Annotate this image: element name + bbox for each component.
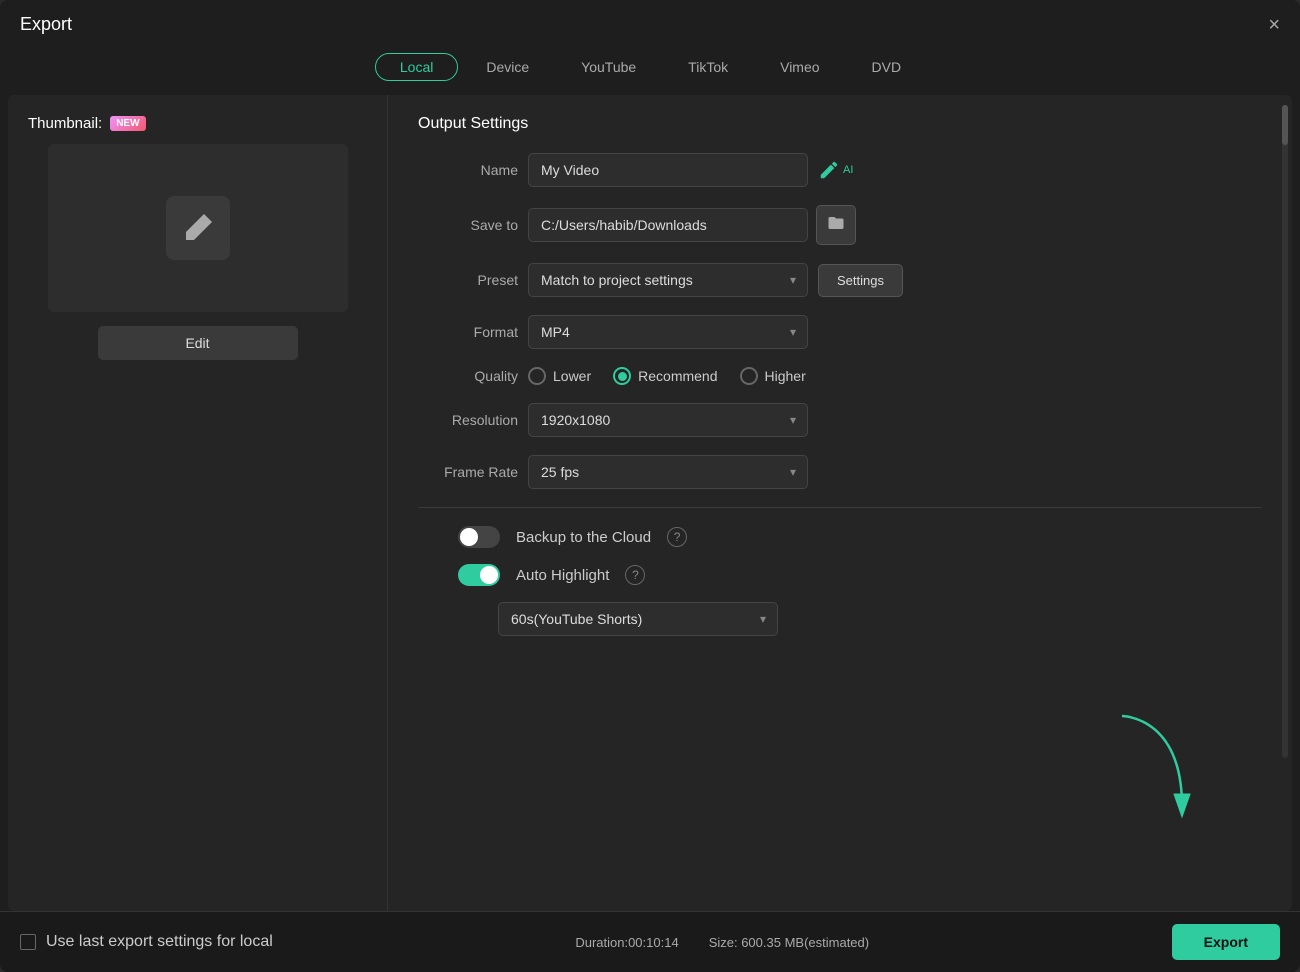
quality-higher[interactable]: Higher xyxy=(740,367,806,385)
left-panel: Thumbnail: NEW Edit xyxy=(8,95,388,911)
backup-cloud-row: Backup to the Cloud ? xyxy=(418,526,1262,548)
save-to-input[interactable] xyxy=(528,208,808,242)
folder-icon xyxy=(827,214,845,232)
quality-higher-radio[interactable] xyxy=(740,367,758,385)
frame-rate-row: Frame Rate 25 fps xyxy=(418,455,1262,489)
export-dialog: Export × Local Device YouTube TikTok Vim… xyxy=(0,0,1300,972)
close-button[interactable]: × xyxy=(1268,15,1280,35)
last-settings-label: Use last export settings for local xyxy=(46,933,273,951)
left-panel-center: Edit xyxy=(28,144,367,360)
name-input-group: AI xyxy=(528,153,853,187)
ai-subscript: AI xyxy=(843,164,853,176)
export-button[interactable]: Export xyxy=(1172,924,1280,960)
bottom-info: Duration:00:10:14 Size: 600.35 MB(estima… xyxy=(575,935,869,950)
format-row: Format MP4 xyxy=(418,315,1262,349)
backup-cloud-label: Backup to the Cloud xyxy=(516,529,651,546)
quality-recommend-label: Recommend xyxy=(638,368,717,384)
youtube-shorts-row: 60s(YouTube Shorts) xyxy=(458,602,1262,636)
scrollbar[interactable] xyxy=(1282,105,1288,758)
tab-tiktok[interactable]: TikTok xyxy=(664,53,752,81)
preset-select-wrapper: Match to project settings xyxy=(528,263,808,297)
tab-youtube[interactable]: YouTube xyxy=(557,53,660,81)
tab-local[interactable]: Local xyxy=(375,53,458,81)
edit-pencil-icon xyxy=(182,212,214,244)
auto-highlight-toggle[interactable] xyxy=(458,564,500,586)
frame-rate-select-wrapper: 25 fps xyxy=(528,455,808,489)
tab-dvd[interactable]: DVD xyxy=(848,53,926,81)
folder-button[interactable] xyxy=(816,205,856,245)
output-settings-title: Output Settings xyxy=(418,115,1262,133)
name-row: Name AI xyxy=(418,153,1262,187)
backup-cloud-thumb xyxy=(460,528,478,546)
tab-bar: Local Device YouTube TikTok Vimeo DVD xyxy=(0,45,1300,95)
preset-input-group: Match to project settings Settings xyxy=(528,263,903,297)
auto-highlight-row: Auto Highlight ? xyxy=(418,564,1262,586)
quality-lower[interactable]: Lower xyxy=(528,367,591,385)
quality-label: Quality xyxy=(418,368,518,384)
new-badge: NEW xyxy=(110,116,145,131)
scrollbar-thumb[interactable] xyxy=(1282,105,1288,145)
youtube-shorts-select[interactable]: 60s(YouTube Shorts) xyxy=(498,602,778,636)
edit-button[interactable]: Edit xyxy=(98,326,298,360)
quality-row: Quality Lower Recommend Higher xyxy=(418,367,1262,385)
preset-select[interactable]: Match to project settings xyxy=(528,263,808,297)
radio-dot xyxy=(618,372,627,381)
quality-higher-label: Higher xyxy=(765,368,806,384)
save-to-input-group xyxy=(528,205,856,245)
auto-highlight-help-icon[interactable]: ? xyxy=(625,565,645,585)
bottom-left: Use last export settings for local xyxy=(20,933,273,951)
quality-recommend[interactable]: Recommend xyxy=(613,367,717,385)
thumbnail-label-row: Thumbnail: NEW xyxy=(28,115,146,132)
format-select-wrapper: MP4 xyxy=(528,315,808,349)
last-settings-checkbox[interactable] xyxy=(20,934,36,950)
backup-cloud-toggle[interactable] xyxy=(458,526,500,548)
tab-vimeo[interactable]: Vimeo xyxy=(756,53,843,81)
dialog-title: Export xyxy=(20,14,72,35)
bottom-bar: Use last export settings for local Durat… xyxy=(0,911,1300,972)
resolution-select[interactable]: 1920x1080 xyxy=(528,403,808,437)
format-select[interactable]: MP4 xyxy=(528,315,808,349)
youtube-shorts-select-wrapper: 60s(YouTube Shorts) xyxy=(498,602,778,636)
title-bar: Export × xyxy=(0,0,1300,45)
backup-cloud-help-icon[interactable]: ? xyxy=(667,527,687,547)
preset-label: Preset xyxy=(418,272,518,288)
quality-recommend-radio[interactable] xyxy=(613,367,631,385)
quality-options: Lower Recommend Higher xyxy=(528,367,806,385)
ai-pencil-icon xyxy=(818,159,840,181)
format-label: Format xyxy=(418,324,518,340)
tab-device[interactable]: Device xyxy=(462,53,553,81)
frame-rate-label: Frame Rate xyxy=(418,464,518,480)
preset-row: Preset Match to project settings Setting… xyxy=(418,263,1262,297)
content-area: Thumbnail: NEW Edit Output Settings N xyxy=(8,95,1292,911)
auto-highlight-thumb xyxy=(480,566,498,584)
divider xyxy=(418,507,1262,508)
thumbnail-preview xyxy=(48,144,348,312)
duration-label: Duration:00:10:14 xyxy=(575,935,678,950)
save-to-label: Save to xyxy=(418,217,518,233)
arrow-svg xyxy=(1102,706,1202,826)
quality-lower-label: Lower xyxy=(553,368,591,384)
thumbnail-icon xyxy=(166,196,230,260)
name-label: Name xyxy=(418,162,518,178)
resolution-row: Resolution 1920x1080 xyxy=(418,403,1262,437)
frame-rate-select[interactable]: 25 fps xyxy=(528,455,808,489)
resolution-label: Resolution xyxy=(418,412,518,428)
ai-icon[interactable]: AI xyxy=(818,159,853,181)
thumbnail-text: Thumbnail: xyxy=(28,115,102,132)
settings-button[interactable]: Settings xyxy=(818,264,903,297)
resolution-select-wrapper: 1920x1080 xyxy=(528,403,808,437)
auto-highlight-label: Auto Highlight xyxy=(516,567,609,584)
arrow-indicator xyxy=(1102,706,1202,831)
save-to-row: Save to xyxy=(418,205,1262,245)
quality-lower-radio[interactable] xyxy=(528,367,546,385)
size-label: Size: 600.35 MB(estimated) xyxy=(709,935,869,950)
name-input[interactable] xyxy=(528,153,808,187)
right-panel: Output Settings Name AI Save to xyxy=(388,95,1292,911)
